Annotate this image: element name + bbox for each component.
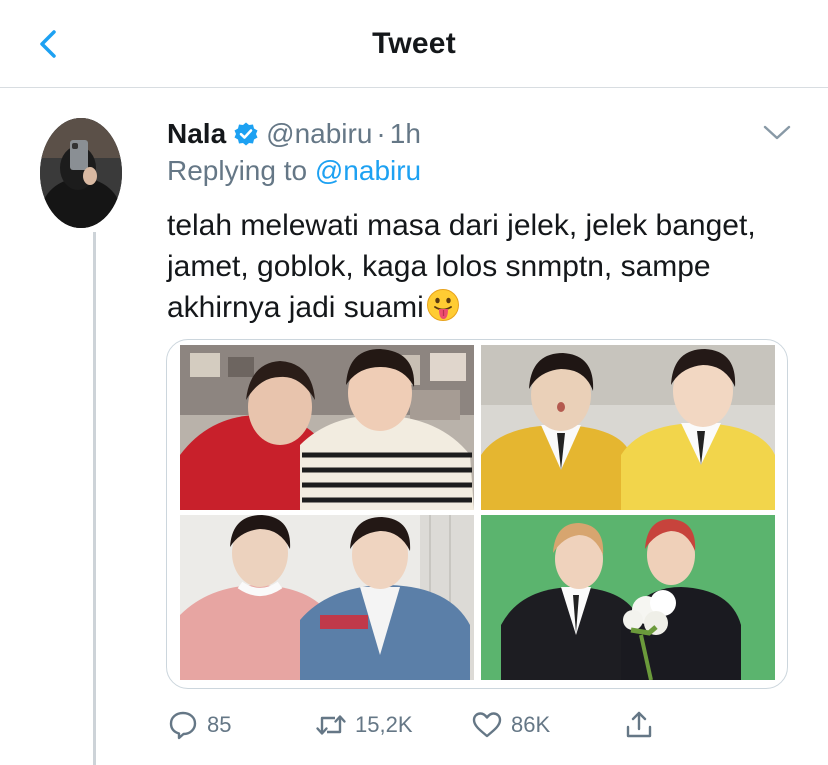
retweet-count: 15,2K bbox=[355, 712, 413, 737]
retweet-icon bbox=[316, 715, 346, 735]
reply-button[interactable]: 85 bbox=[167, 705, 231, 745]
media-grid bbox=[166, 339, 788, 689]
author-name[interactable]: Nala bbox=[167, 118, 226, 150]
separator-dot: · bbox=[376, 118, 386, 149]
comment-icon bbox=[169, 711, 197, 740]
top-bar: Tweet bbox=[0, 0, 828, 88]
tweet-body: telah melewati masa dari jelek, jelek ba… bbox=[167, 205, 807, 328]
reply-prefix: Replying to bbox=[167, 155, 308, 186]
share-icon bbox=[626, 711, 652, 738]
tweet-photo-1[interactable] bbox=[180, 345, 474, 510]
share-button[interactable] bbox=[623, 705, 655, 745]
face-with-tongue-emoji-icon bbox=[426, 289, 459, 321]
page-title: Tweet bbox=[372, 27, 456, 60]
tweet-time[interactable]: 1h bbox=[390, 118, 421, 150]
replying-to: Replying to @nabiru bbox=[167, 155, 421, 187]
retweet-button[interactable]: 15,2K bbox=[315, 705, 413, 745]
like-count: 86K bbox=[511, 712, 551, 737]
reply-count: 85 bbox=[207, 712, 232, 737]
author-row: Nala @nabiru · 1h bbox=[167, 114, 421, 154]
reply-to-handle[interactable]: @nabiru bbox=[315, 155, 421, 186]
avatar[interactable] bbox=[40, 118, 122, 228]
author-handle[interactable]: @nabiru bbox=[266, 118, 372, 150]
tweet-photo-4[interactable] bbox=[481, 515, 775, 680]
tweet-text: telah melewati masa dari jelek, jelek ba… bbox=[167, 209, 756, 324]
verified-badge-icon bbox=[234, 122, 258, 146]
chevron-down-icon[interactable] bbox=[760, 118, 794, 146]
tweet-photo-3[interactable] bbox=[180, 515, 474, 680]
tweet-photo-2[interactable] bbox=[481, 345, 775, 510]
tweet-actions: 85 15,2K 86K bbox=[167, 705, 667, 745]
like-button[interactable]: 86K bbox=[471, 705, 550, 745]
heart-icon bbox=[472, 712, 502, 738]
thread-line bbox=[93, 232, 96, 765]
